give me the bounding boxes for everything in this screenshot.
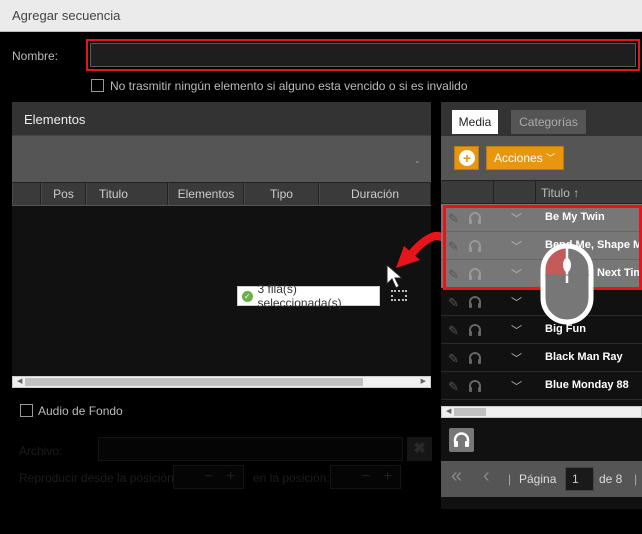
file-label: Archivo: bbox=[19, 444, 63, 458]
column-titulo[interactable]: Titulo bbox=[86, 183, 168, 205]
play-from-stepper[interactable]: − + bbox=[173, 465, 244, 489]
media-row[interactable]: ✎ ﹀ Blue Monday 88 bbox=[441, 372, 642, 400]
chevron-down-icon: ﹀ bbox=[545, 153, 555, 163]
column-separator bbox=[493, 181, 494, 205]
column-titulo-sortable[interactable]: Titulo ↑ bbox=[541, 186, 579, 200]
elements-horizontal-scrollbar[interactable]: ◀ ▶ bbox=[12, 376, 431, 388]
chevron-down-icon[interactable]: ﹀ bbox=[511, 378, 522, 394]
pager-separator: | bbox=[508, 472, 512, 486]
pencil-edit-icon[interactable]: ✎ bbox=[448, 295, 459, 311]
elements-panel-header: Elementos bbox=[12, 102, 431, 136]
column-separator bbox=[535, 181, 536, 205]
scrollbar-thumb[interactable] bbox=[25, 378, 363, 386]
name-label: Nombre: bbox=[12, 49, 59, 63]
clear-file-button[interactable]: ✖ bbox=[407, 437, 432, 461]
page-number-input[interactable] bbox=[565, 467, 594, 491]
background-audio-checkbox[interactable] bbox=[20, 404, 33, 417]
column-titulo-label: Titulo bbox=[541, 186, 570, 200]
actions-dropdown[interactable]: Acciones ﹀ bbox=[486, 146, 564, 170]
column-pos[interactable]: Pos bbox=[41, 183, 86, 205]
dialog-titlebar: Agregar secuencia bbox=[0, 0, 642, 32]
skip-expired-label: No trasmitir ningún elemento si alguno e… bbox=[110, 79, 468, 93]
column-select[interactable] bbox=[12, 183, 41, 205]
dialog-title: Agregar secuencia bbox=[12, 8, 121, 23]
media-toolbar: + Acciones ﹀ bbox=[441, 136, 642, 180]
close-icon: ✖ bbox=[413, 440, 426, 457]
previous-page-icon[interactable]: ‹ bbox=[483, 465, 490, 488]
scroll-left-arrow-icon[interactable]: ◀ bbox=[446, 407, 451, 417]
column-tipo[interactable]: Tipo bbox=[244, 183, 319, 205]
at-position-label: en la posición: bbox=[253, 471, 330, 485]
headphones-icon[interactable] bbox=[467, 322, 483, 338]
drag-placeholder-icon bbox=[391, 290, 407, 301]
tab-categorias[interactable]: Categorías bbox=[511, 110, 586, 134]
selection-toast: ✓ 3 fila(s) seleccionada(s) bbox=[237, 282, 380, 310]
headphones-icon[interactable] bbox=[467, 350, 483, 366]
elements-toolbar-text: - bbox=[415, 156, 419, 168]
elements-panel-title: Elementos bbox=[24, 112, 86, 127]
plus-icon[interactable]: + bbox=[226, 468, 235, 486]
chevron-down-icon[interactable]: ﹀ bbox=[511, 294, 522, 310]
minus-icon[interactable]: − bbox=[361, 468, 370, 486]
column-duracion[interactable]: Duración bbox=[319, 183, 431, 205]
preview-audio-button[interactable] bbox=[449, 428, 474, 452]
column-elementos[interactable]: Elementos bbox=[168, 183, 244, 205]
chevron-down-icon[interactable]: ﹀ bbox=[511, 350, 522, 366]
plus-circle-icon: + bbox=[459, 150, 475, 166]
scroll-right-arrow-icon[interactable]: ▶ bbox=[421, 377, 426, 387]
elements-panel: Elementos - Pos Titulo Elementos Tipo Du… bbox=[12, 102, 431, 388]
pencil-edit-icon[interactable]: ✎ bbox=[448, 379, 459, 395]
at-position-stepper[interactable]: − + bbox=[330, 465, 401, 489]
elements-toolbar: - bbox=[12, 136, 431, 182]
plus-icon[interactable]: + bbox=[383, 468, 392, 486]
elements-grid-header: Pos Titulo Elementos Tipo Duración bbox=[12, 182, 431, 206]
pencil-edit-icon[interactable]: ✎ bbox=[448, 323, 459, 339]
page-label: Página bbox=[519, 472, 557, 486]
skip-expired-checkbox[interactable] bbox=[91, 79, 104, 92]
play-from-label: Reproducir desde la posición: bbox=[19, 471, 178, 485]
selection-toast-text: 3 fila(s) seleccionada(s) bbox=[257, 282, 342, 310]
scrollbar-thumb[interactable] bbox=[454, 408, 486, 416]
mouse-pointer-icon bbox=[386, 264, 404, 289]
media-title: Black Man Ray bbox=[545, 351, 623, 363]
media-grid-header: Titulo ↑ bbox=[441, 180, 642, 205]
actions-label: Acciones bbox=[494, 151, 543, 165]
background-audio-label: Audio de Fondo bbox=[38, 404, 123, 418]
media-horizontal-scrollbar[interactable]: ◀ bbox=[441, 406, 642, 418]
minus-icon[interactable]: − bbox=[204, 468, 213, 486]
audio-file-input[interactable] bbox=[98, 437, 403, 461]
add-media-button[interactable]: + bbox=[454, 146, 479, 170]
media-row[interactable]: ✎ ﹀ Black Man Ray bbox=[441, 344, 642, 372]
headphones-icon bbox=[453, 432, 470, 447]
sort-ascending-icon: ↑ bbox=[573, 186, 580, 200]
tab-media[interactable]: Media bbox=[452, 110, 498, 134]
name-input[interactable] bbox=[90, 43, 636, 67]
first-page-icon[interactable]: « bbox=[451, 465, 462, 488]
scroll-left-arrow-icon[interactable]: ◀ bbox=[17, 377, 22, 387]
chevron-down-icon[interactable]: ﹀ bbox=[511, 322, 522, 338]
headphones-icon[interactable] bbox=[467, 378, 483, 394]
page-count: de 8 bbox=[599, 472, 623, 486]
check-circle-icon: ✓ bbox=[242, 290, 253, 302]
headphones-icon[interactable] bbox=[467, 294, 483, 310]
pencil-edit-icon[interactable]: ✎ bbox=[448, 351, 459, 367]
mouse-left-click-icon bbox=[540, 243, 594, 325]
pager-separator: | bbox=[634, 472, 638, 486]
pagination-bar: « ‹ | Página de 8 | bbox=[441, 461, 642, 497]
name-field-highlight bbox=[86, 39, 640, 71]
media-title: Blue Monday 88 bbox=[545, 379, 629, 391]
